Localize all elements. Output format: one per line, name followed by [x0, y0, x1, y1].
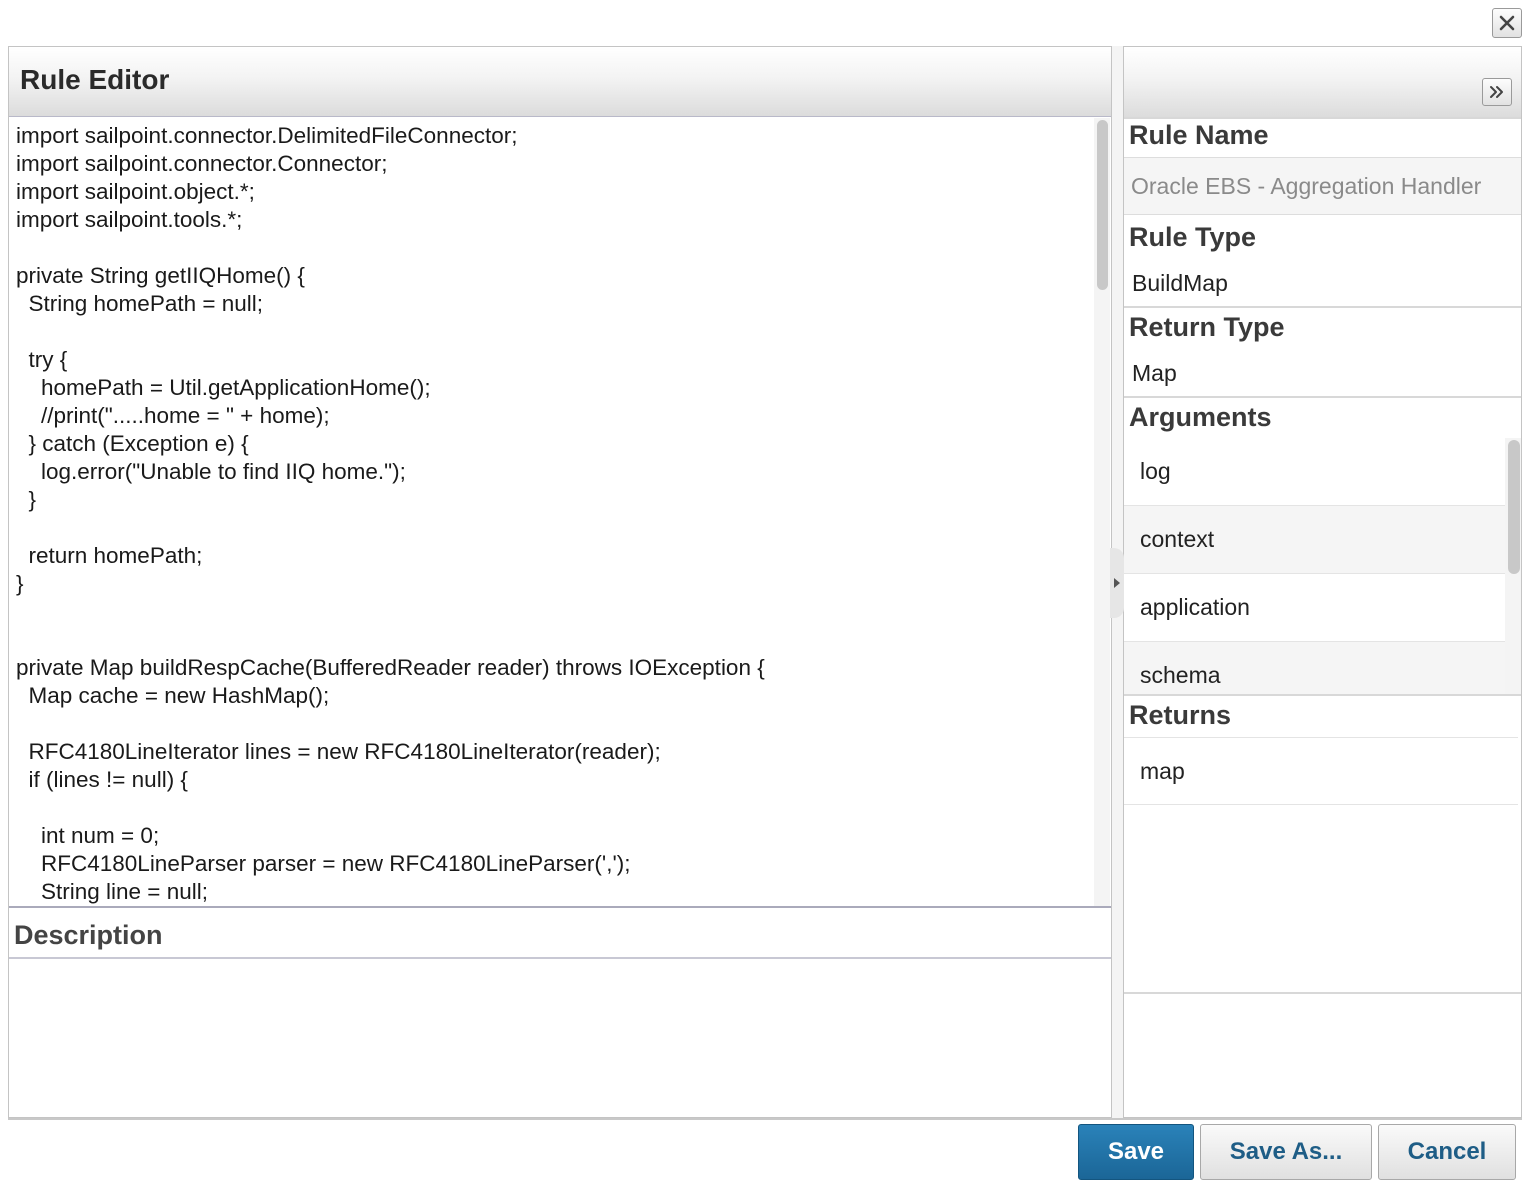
code-scrollbar-thumb[interactable]: [1097, 120, 1108, 290]
code-editor[interactable]: import sailpoint.connector.DelimitedFile…: [10, 118, 1094, 906]
save-button[interactable]: Save: [1078, 1124, 1194, 1180]
divider: [9, 957, 1111, 959]
expand-panel-button[interactable]: [1482, 78, 1512, 106]
rule-name-label: Rule Name: [1129, 120, 1269, 150]
divider: [9, 906, 1111, 908]
returns-label: Returns: [1129, 700, 1232, 730]
rule-type-value: BuildMap: [1132, 270, 1228, 296]
rule-editor-title: Rule Editor: [20, 64, 170, 95]
arguments-scrollbar-thumb[interactable]: [1508, 440, 1520, 574]
rule-details-header: [1124, 47, 1521, 117]
splitter-collapse-handle[interactable]: [1110, 548, 1124, 618]
rule-type-label: Rule Type: [1129, 222, 1257, 252]
rule-editor-header: [9, 47, 1111, 117]
divider: [1124, 992, 1521, 994]
divider: [1124, 306, 1521, 308]
argument-item: schema: [1124, 642, 1505, 694]
return-type-value: Map: [1132, 360, 1177, 386]
divider: [1124, 396, 1521, 398]
close-button[interactable]: [1492, 8, 1522, 38]
close-icon: [1499, 15, 1515, 31]
arguments-label: Arguments: [1129, 402, 1272, 432]
return-type-label: Return Type: [1129, 312, 1285, 342]
save-as-button[interactable]: Save As...: [1200, 1124, 1372, 1180]
argument-item: application: [1124, 574, 1505, 642]
description-field[interactable]: [10, 960, 1110, 1116]
caret-right-icon: [1114, 578, 1120, 588]
argument-item: context: [1124, 506, 1505, 574]
arguments-list: log context application schema: [1124, 438, 1505, 694]
footer-divider: [8, 1118, 1522, 1120]
rule-name-value: Oracle EBS - Aggregation Handler: [1131, 173, 1482, 199]
divider: [1124, 694, 1521, 696]
code-text[interactable]: import sailpoint.connector.DelimitedFile…: [10, 118, 1094, 906]
description-label: Description: [14, 920, 163, 950]
double-chevron-right-icon: [1490, 86, 1503, 98]
argument-item: log: [1124, 438, 1505, 506]
divider: [1124, 117, 1521, 119]
returns-item: map: [1124, 737, 1518, 805]
cancel-button[interactable]: Cancel: [1378, 1124, 1516, 1180]
